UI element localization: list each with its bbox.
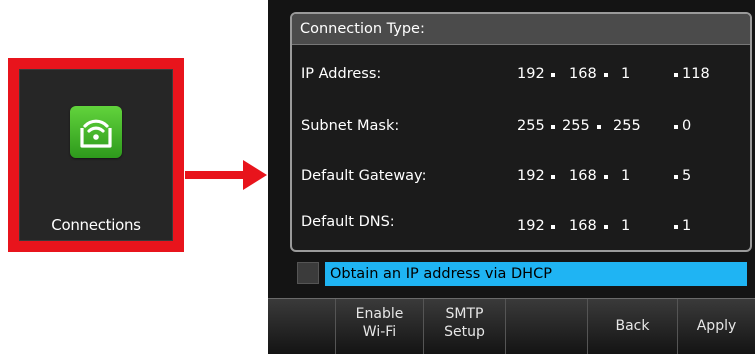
subnet-mask-row[interactable]: Subnet Mask: 255 255 255 0	[292, 118, 750, 144]
gateway-octet-4[interactable]: 5	[682, 168, 691, 184]
softkey-line: SMTP	[445, 306, 484, 322]
ip-address-label: IP Address:	[301, 66, 382, 82]
default-dns-row[interactable]: Default DNS: 192 168 1 1	[292, 214, 750, 244]
enable-wifi-softkey[interactable]: Enable Wi-Fi	[336, 299, 424, 354]
apply-softkey[interactable]: Apply	[678, 299, 755, 354]
connections-app-tile[interactable]: Connections	[19, 69, 173, 241]
dns-octet-4[interactable]: 1	[682, 218, 691, 234]
dns-octet-3[interactable]: 1	[621, 218, 630, 234]
default-gateway-row[interactable]: Default Gateway: 192 168 1 5	[292, 168, 750, 194]
softkey-empty-2[interactable]	[506, 299, 588, 354]
softkey-line: Setup	[444, 324, 485, 340]
ip-address-row[interactable]: IP Address: 192 168 1 118	[292, 66, 750, 92]
octet-separator	[604, 225, 608, 229]
back-softkey[interactable]: Back	[588, 299, 678, 354]
octet-separator	[674, 125, 678, 129]
octet-separator	[604, 175, 608, 179]
phone-screen: Connection Type: IP Address: 192 168 1 1…	[268, 0, 755, 354]
softkey-bar: Enable Wi-Fi SMTP Setup Back Apply	[268, 298, 755, 354]
ip-octet-1[interactable]: 192	[517, 66, 545, 82]
subnet-octet-2[interactable]: 255	[562, 118, 590, 134]
subnet-octet-3[interactable]: 255	[613, 118, 641, 134]
subnet-octet-4[interactable]: 0	[682, 118, 691, 134]
dhcp-checkbox[interactable]	[297, 262, 319, 284]
app-tile-label: Connections	[51, 216, 141, 234]
octet-separator	[551, 225, 555, 229]
subnet-mask-label: Subnet Mask:	[301, 118, 400, 134]
softkey-line: Wi-Fi	[362, 324, 397, 340]
ip-octet-2[interactable]: 168	[569, 66, 597, 82]
connection-type-header[interactable]: Connection Type:	[292, 14, 750, 45]
gateway-octet-1[interactable]: 192	[517, 168, 545, 184]
softkey-empty-1[interactable]	[268, 299, 336, 354]
arrow-right-icon	[185, 160, 267, 190]
subnet-octet-1[interactable]: 255	[517, 118, 545, 134]
octet-separator	[604, 73, 608, 77]
octet-separator	[551, 125, 555, 129]
ip-octet-4[interactable]: 118	[682, 66, 710, 82]
wifi-connections-icon	[70, 106, 122, 158]
default-gateway-label: Default Gateway:	[301, 168, 427, 184]
dns-octet-1[interactable]: 192	[517, 218, 545, 234]
dns-octet-2[interactable]: 168	[569, 218, 597, 234]
gateway-octet-3[interactable]: 1	[621, 168, 630, 184]
octet-separator	[674, 225, 678, 229]
gateway-octet-2[interactable]: 168	[569, 168, 597, 184]
octet-separator	[551, 175, 555, 179]
selected-app-highlight: Connections	[8, 58, 184, 252]
octet-separator	[551, 73, 555, 77]
softkey-line: Enable	[355, 306, 404, 322]
dhcp-option[interactable]: Obtain an IP address via DHCP	[325, 262, 747, 286]
ip-octet-3[interactable]: 1	[621, 66, 630, 82]
default-dns-label: Default DNS:	[301, 214, 395, 230]
octet-separator	[597, 125, 601, 129]
network-settings-panel: Connection Type: IP Address: 192 168 1 1…	[290, 12, 752, 252]
octet-separator	[674, 175, 678, 179]
smtp-setup-softkey[interactable]: SMTP Setup	[424, 299, 506, 354]
octet-separator	[674, 73, 678, 77]
